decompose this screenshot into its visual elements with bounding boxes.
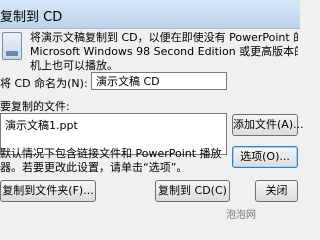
- intro-line-3: 机上也可以播放。: [30, 59, 118, 72]
- intro-line-1: 将演示文稿复制到 CD，以便在即使没有 PowerPoint 的: [30, 31, 298, 44]
- note-line-1: 默认情况下包含链接文件和 PowerPoint 播放: [0, 147, 222, 160]
- intro-line-2: Microsoft Windows 98 Second Edition 或更高版…: [30, 45, 298, 58]
- copy-to-cd-button[interactable]: 复制到 CD(C): [155, 180, 230, 202]
- window-title: 复制到 CD: [0, 10, 63, 25]
- copy-to-folder-button[interactable]: 复制到文件夹(F)...: [0, 180, 96, 202]
- intro-text: 将演示文稿复制到 CD，以便在即使没有 PowerPoint 的 Microso…: [30, 31, 298, 73]
- note-line-2: 器。若要更改此设置，请单击“选项”。: [0, 161, 188, 174]
- files-label: 要复制的文件:: [0, 100, 70, 113]
- watermark-logo: 泡泡网: [226, 210, 256, 221]
- title-bar: 复制到 CD: [0, 0, 300, 29]
- file-list-item[interactable]: 演示文稿1.ppt: [1, 114, 226, 136]
- cd-name-input[interactable]: 演示文稿 CD: [91, 72, 227, 90]
- options-button[interactable]: 选项(O)...: [232, 146, 298, 168]
- add-files-button[interactable]: 添加文件(A)...: [232, 114, 304, 136]
- cd-package-icon: [2, 32, 22, 60]
- close-button[interactable]: 关闭: [255, 180, 298, 202]
- cd-name-label: 将 CD 命名为(N):: [0, 77, 88, 90]
- note-text: 默认情况下包含链接文件和 PowerPoint 播放 器。若要更改此设置，请单击…: [0, 147, 228, 175]
